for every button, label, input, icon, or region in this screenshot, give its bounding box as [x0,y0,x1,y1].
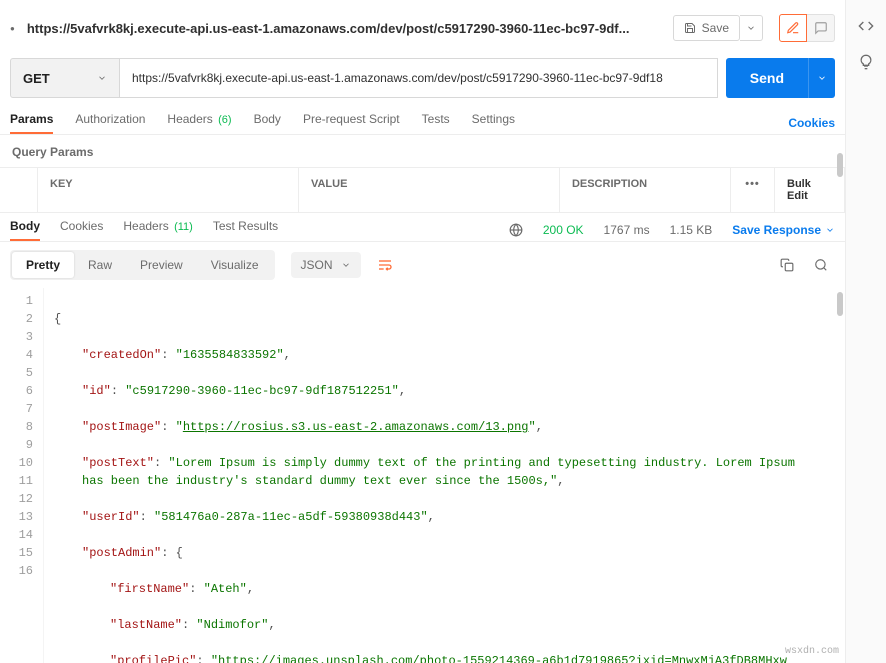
wrap-lines-button[interactable] [371,251,399,279]
request-tabs: Params Authorization Headers (6) Body Pr… [0,106,845,135]
comment-icon-button[interactable] [807,14,835,42]
copy-icon [780,258,794,272]
view-preview[interactable]: Preview [126,252,197,278]
response-time: 1767 ms [604,223,650,237]
tab-headers[interactable]: Headers (6) [167,112,231,134]
save-response-button[interactable]: Save Response [732,223,835,237]
lightbulb-icon [858,54,874,70]
wrap-icon [377,257,393,273]
tab-prerequest[interactable]: Pre-request Script [303,112,400,134]
search-button[interactable] [807,251,835,279]
save-options-button[interactable] [740,15,763,41]
view-pretty[interactable]: Pretty [12,252,74,278]
chevron-down-icon [746,23,756,33]
watermark: wsxdn.com [785,646,839,657]
code-icon [858,18,874,34]
code-panel-button[interactable] [858,18,874,34]
chevron-down-icon [341,260,351,270]
tab-res-body[interactable]: Body [10,219,40,241]
request-tab-bar: ● https://5vafvrk8kj.execute-api.us-east… [0,0,845,50]
qp-checkbox-col [0,168,38,212]
code-source[interactable]: { "createdOn": "1635584833592", "id": "c… [44,288,845,663]
url-row: GET https://5vafvrk8kj.execute-api.us-ea… [0,50,845,106]
tab-params[interactable]: Params [10,112,53,134]
globe-icon[interactable] [509,223,523,237]
response-view-row: Pretty Raw Preview Visualize JSON [0,242,845,288]
method-select[interactable]: GET [10,58,120,98]
chevron-down-icon [97,73,107,83]
response-tabs: Body Cookies Headers (11) Test Results 2… [0,213,845,242]
url-input[interactable]: https://5vafvrk8kj.execute-api.us-east-1… [120,58,718,98]
save-label: Save [702,21,729,35]
qp-key-col: KEY [38,168,299,212]
edit-icon-button[interactable] [779,14,807,42]
copy-button[interactable] [773,251,801,279]
side-panel [846,0,886,663]
status-code: 200 OK [543,223,584,237]
tab-res-tests[interactable]: Test Results [213,219,278,241]
line-gutter: 12345 678910 111213141516 [0,288,44,663]
view-raw[interactable]: Raw [74,252,126,278]
chevron-down-icon [825,225,835,235]
response-body[interactable]: 12345 678910 111213141516 { "createdOn":… [0,288,845,663]
scrollbar-thumb[interactable] [837,153,843,177]
method-indicator: ● [10,24,15,33]
response-size: 1.15 KB [670,223,713,237]
tab-settings[interactable]: Settings [472,112,515,134]
cookies-link[interactable]: Cookies [788,116,835,130]
comment-icon [814,21,828,35]
chevron-down-icon [817,73,827,83]
pencil-icon [786,21,800,35]
tab-res-cookies[interactable]: Cookies [60,219,103,241]
query-params-title: Query Params [0,135,845,167]
save-button[interactable]: Save [673,15,740,41]
search-icon [814,258,828,272]
language-select[interactable]: JSON [291,252,361,278]
tab-body[interactable]: Body [254,112,281,134]
query-params-header: KEY VALUE DESCRIPTION ••• Bulk Edit [0,167,845,213]
tab-tests[interactable]: Tests [422,112,450,134]
tab-authorization[interactable]: Authorization [75,112,145,134]
send-button[interactable]: Send [726,58,808,98]
info-panel-button[interactable] [858,54,874,70]
bulk-edit-button[interactable]: Bulk Edit [775,168,845,212]
method-value: GET [23,71,50,86]
view-visualize[interactable]: Visualize [197,252,273,278]
tab-res-headers[interactable]: Headers (11) [123,219,192,241]
qp-desc-col: DESCRIPTION [560,168,731,212]
save-icon [684,22,696,34]
qp-value-col: VALUE [299,168,560,212]
qp-more-button[interactable]: ••• [731,168,775,212]
request-title[interactable]: https://5vafvrk8kj.execute-api.us-east-1… [27,21,665,36]
code-scrollbar-thumb[interactable] [837,292,843,316]
view-mode-group: Pretty Raw Preview Visualize [10,250,275,280]
send-options-button[interactable] [808,58,835,98]
